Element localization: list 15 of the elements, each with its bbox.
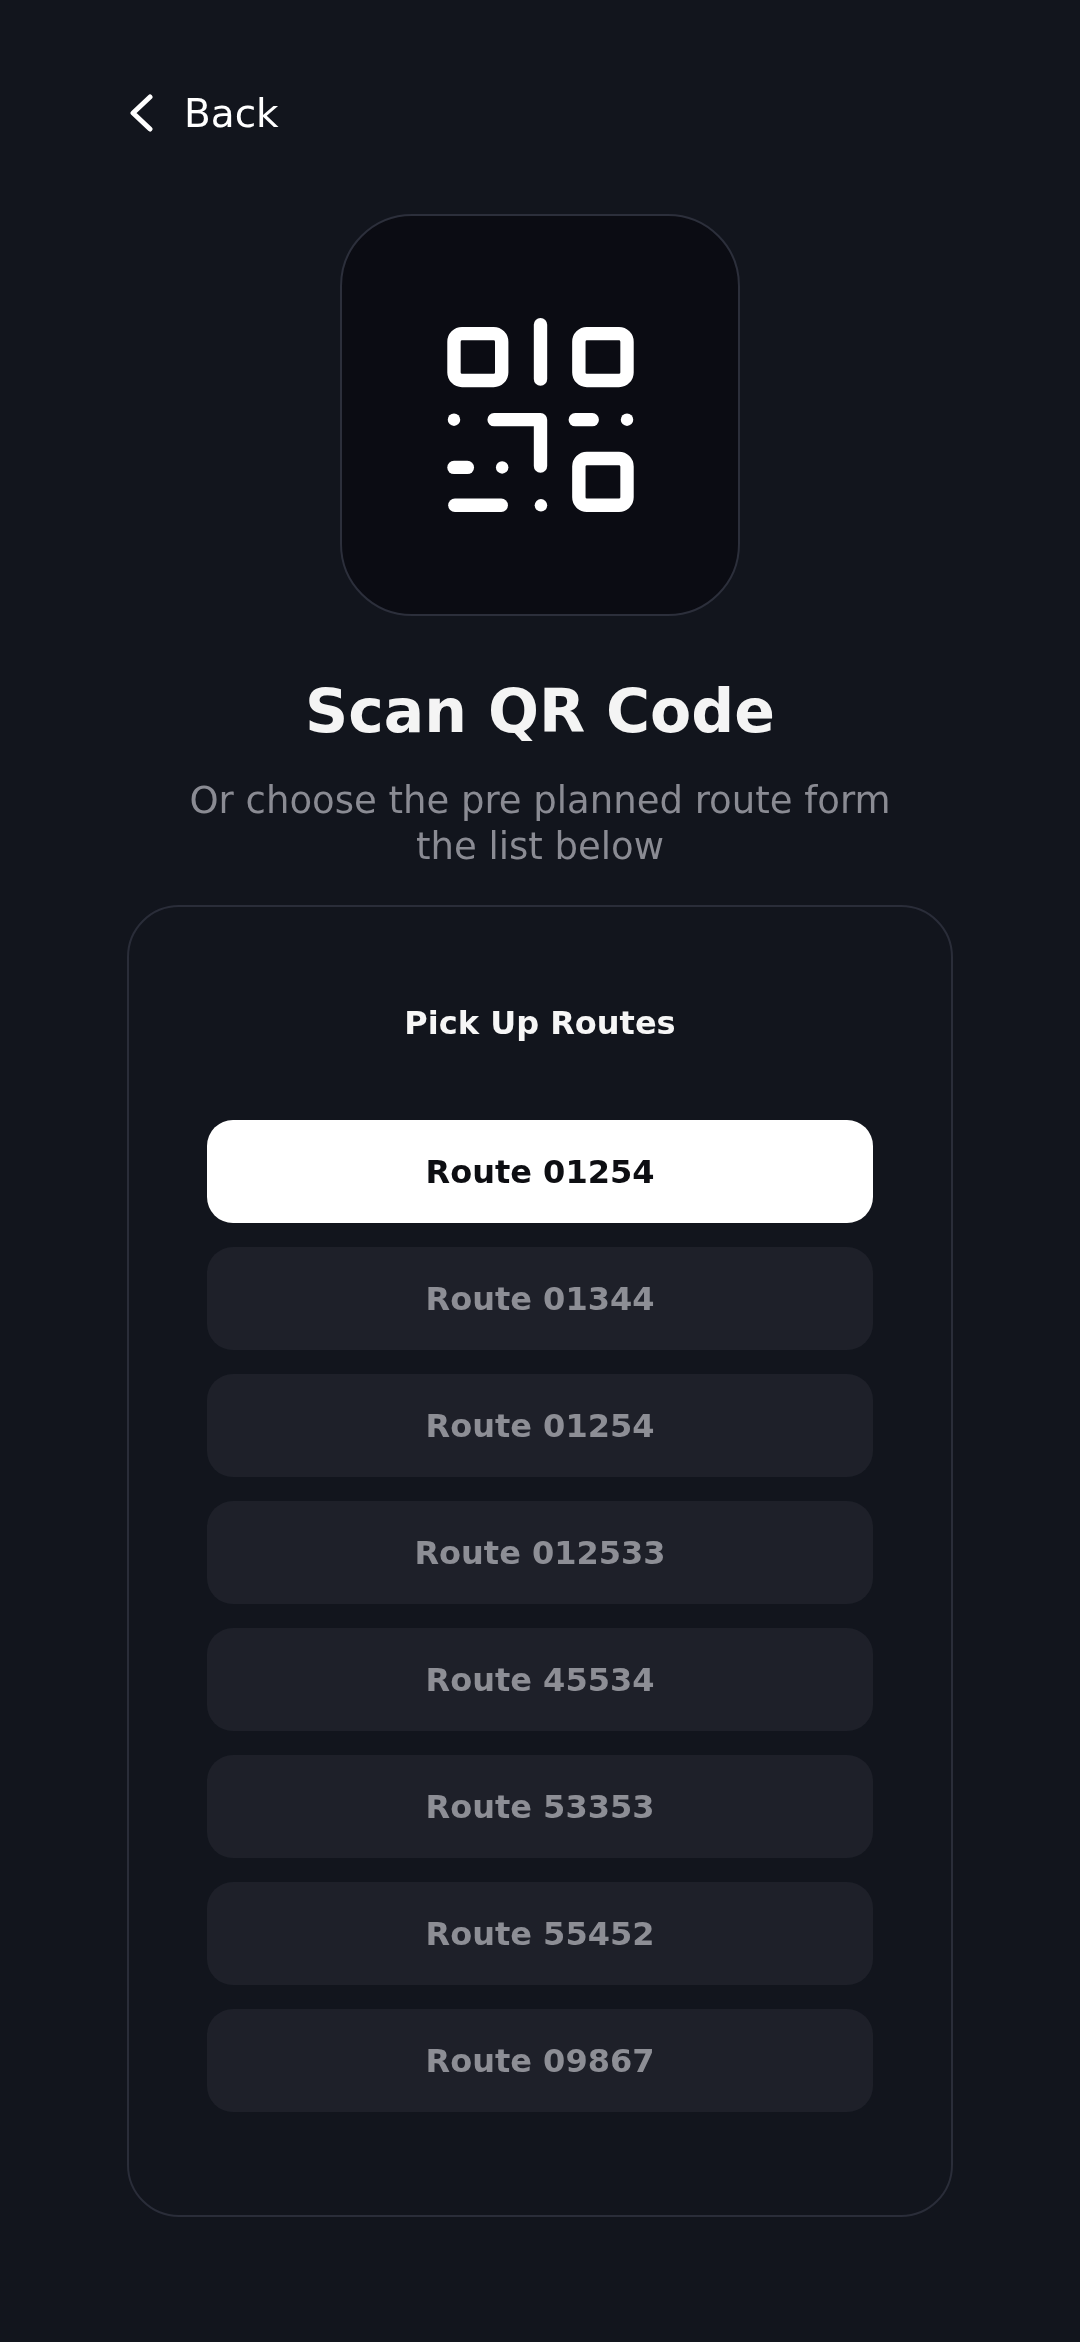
page-title: Scan QR Code xyxy=(305,675,775,747)
route-option[interactable]: Route 01344 xyxy=(207,1247,873,1350)
route-option[interactable]: Route 01254 xyxy=(207,1120,873,1223)
route-option[interactable]: Route 01254 xyxy=(207,1374,873,1477)
card-title: Pick Up Routes xyxy=(404,1003,676,1043)
route-option[interactable]: Route 53353 xyxy=(207,1755,873,1858)
qr-code-icon xyxy=(446,318,634,512)
route-option[interactable]: Route 55452 xyxy=(207,1882,873,1985)
page-subtitle: Or choose the pre planned route form the list below xyxy=(188,778,892,870)
route-option[interactable]: Route 09867 xyxy=(207,2009,873,2112)
back-button[interactable]: Back xyxy=(122,85,285,141)
route-option[interactable]: Route 012533 xyxy=(207,1501,873,1604)
qr-code-tile[interactable] xyxy=(340,214,740,616)
chevron-left-icon xyxy=(128,94,154,132)
route-option[interactable]: Route 45534 xyxy=(207,1628,873,1731)
